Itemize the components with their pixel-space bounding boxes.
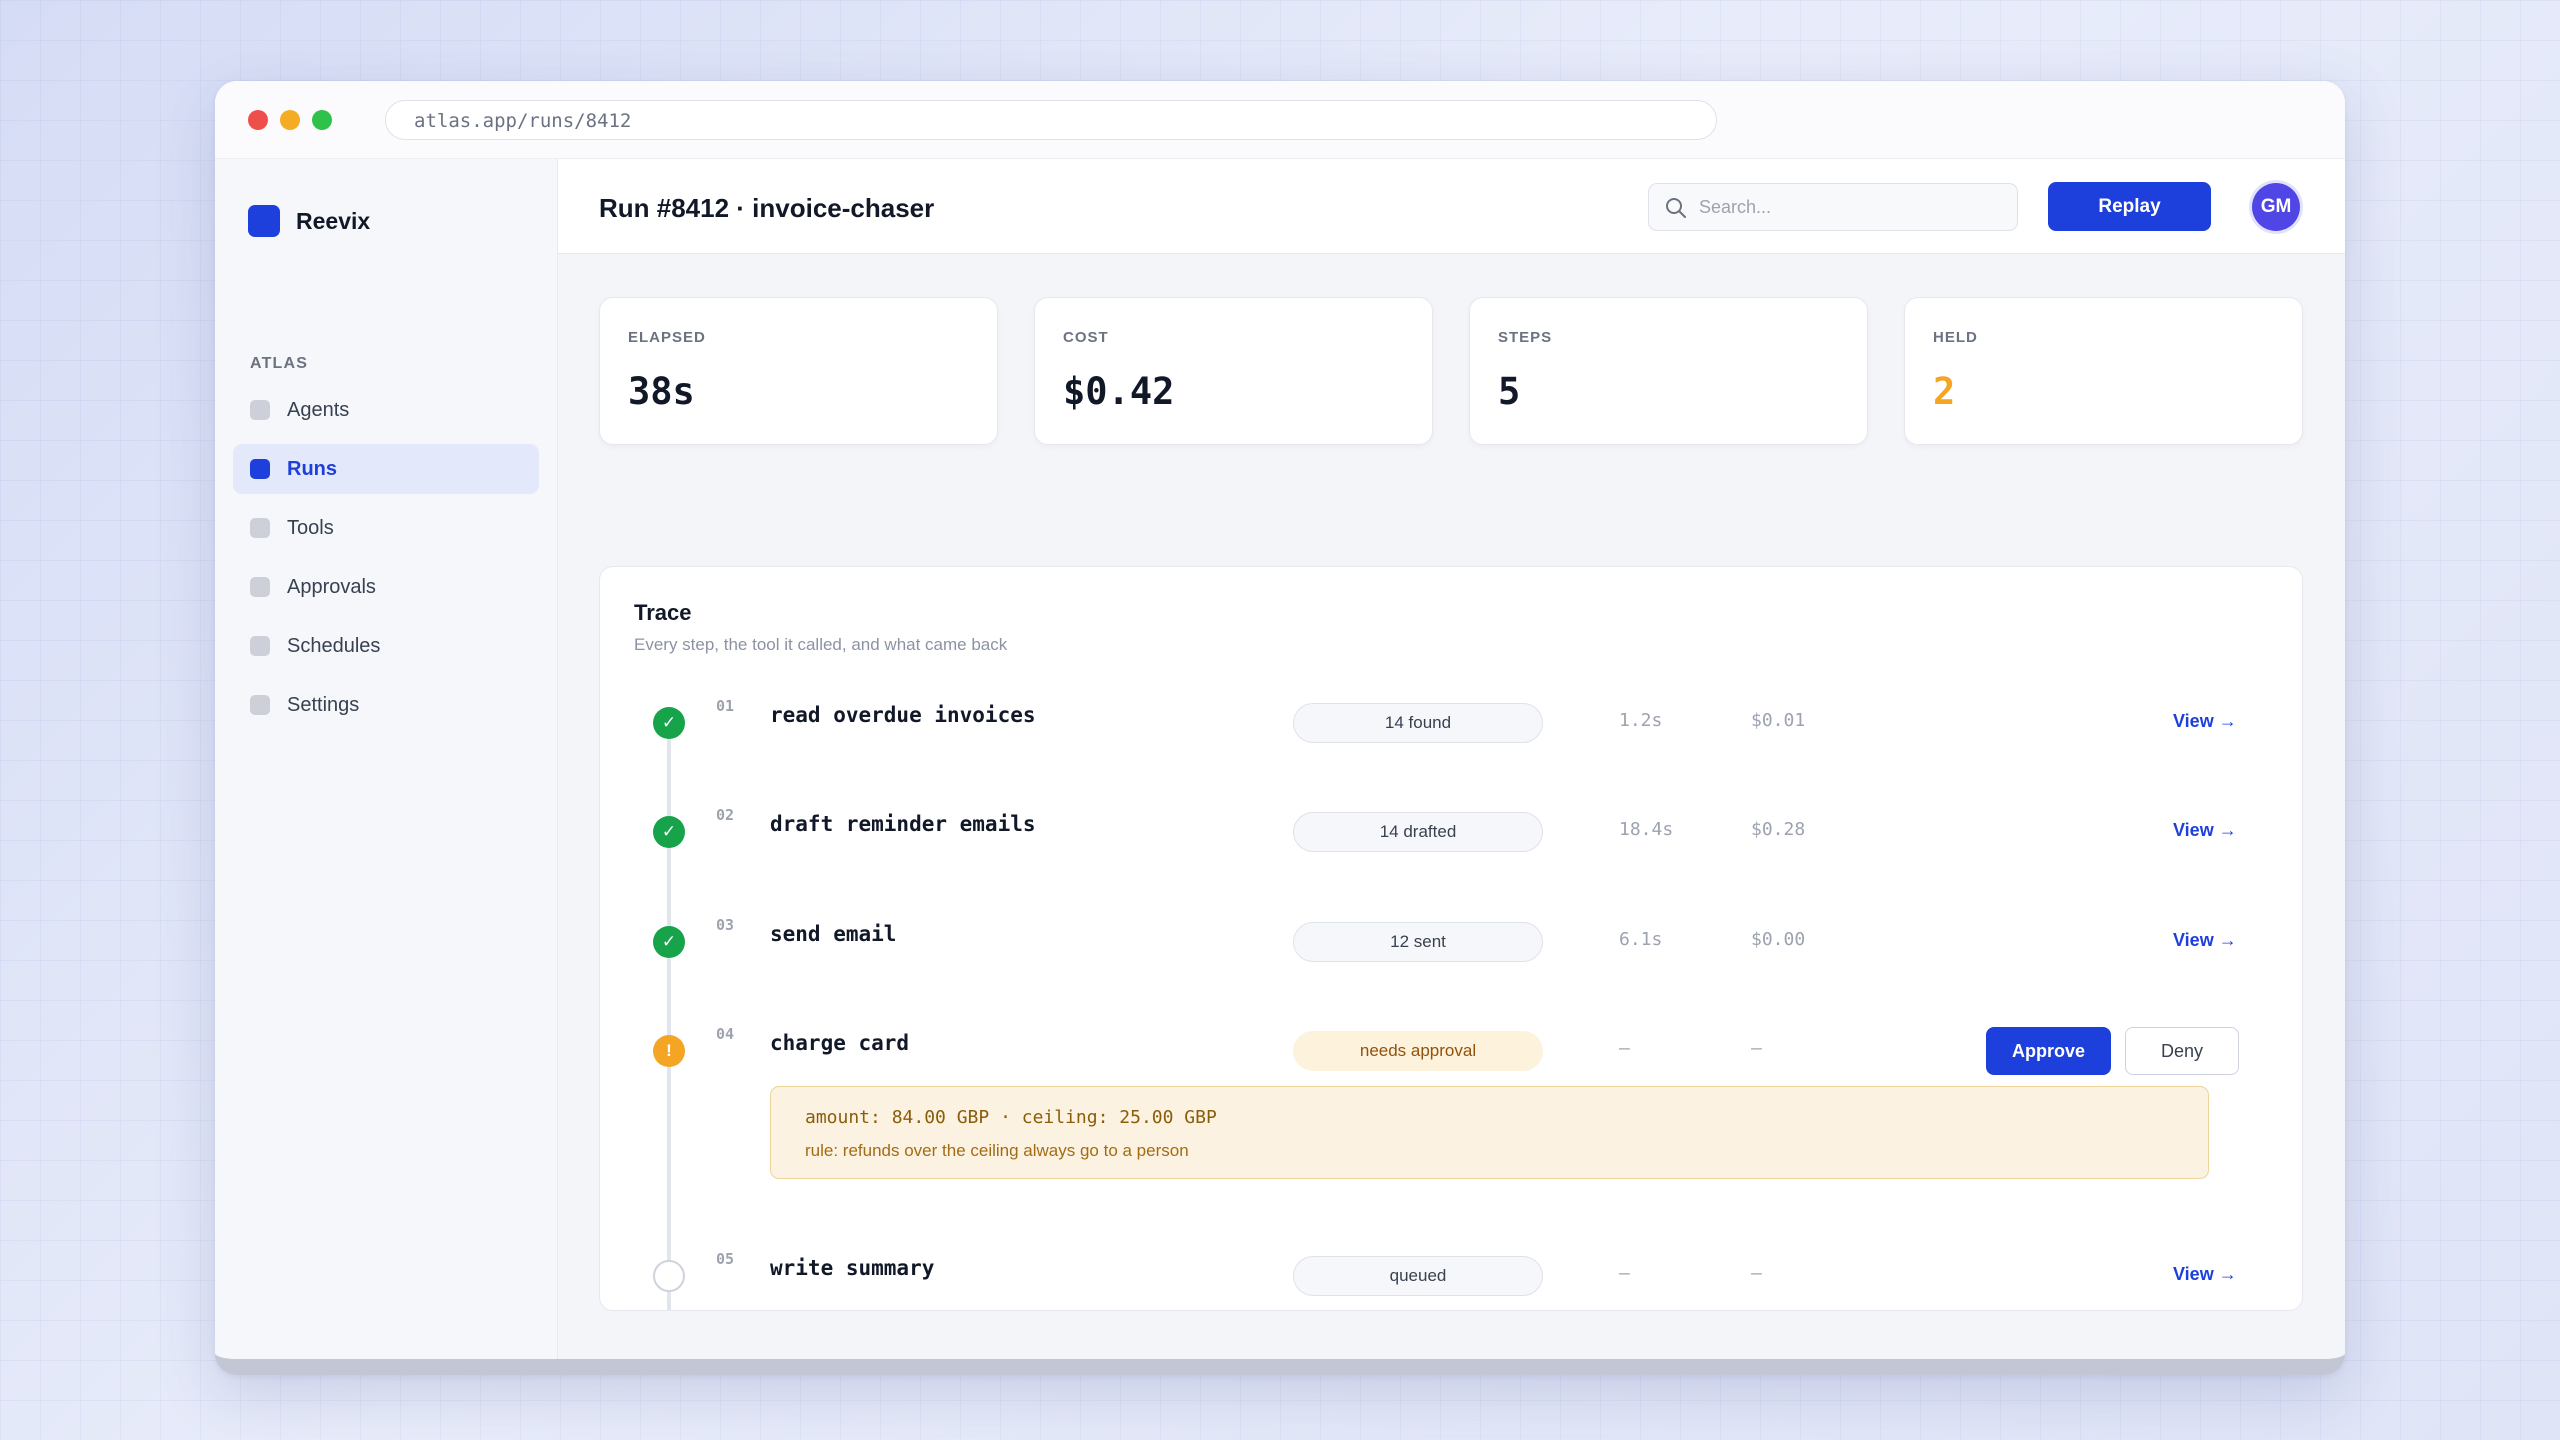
trace-step: ! 04 charge card needs approval – – Appr… (600, 1022, 2302, 1082)
view-step-link[interactable]: View → (2173, 711, 2237, 732)
step-result-badge: 12 sent (1293, 922, 1543, 962)
trace-step: ✓ 01 read overdue invoices 14 found 1.2s… (600, 694, 2302, 754)
search-input[interactable] (1699, 194, 1999, 220)
check-icon: ✓ (653, 816, 685, 848)
brand-logo-icon (248, 205, 280, 237)
trace-title: Trace (634, 600, 692, 625)
sidebar-item-label: Tools (287, 516, 334, 539)
brand[interactable]: Reevix (248, 205, 370, 237)
address-bar[interactable]: atlas.app/runs/8412 (385, 100, 1717, 140)
stat-card-cost: COST $0.42 (1034, 297, 1433, 445)
step-name: write summary (770, 1256, 935, 1280)
main-content: Run #8412 · invoice-chaser Replay GM ELA… (558, 159, 2345, 1359)
page-title: Run #8412 · invoice-chaser (599, 193, 935, 223)
stat-label: ELAPSED (628, 329, 706, 346)
step-duration: 6.1s (1619, 929, 1663, 950)
sidebar-item-runs[interactable]: Runs (233, 444, 539, 494)
view-step-link[interactable]: View → (2173, 820, 2237, 841)
step-result-badge: 14 found (1293, 703, 1543, 743)
step-cost: – (1751, 1038, 1762, 1059)
search-icon (1666, 198, 1686, 218)
step-duration: 18.4s (1619, 819, 1674, 840)
deny-button[interactable]: Deny (2125, 1027, 2239, 1075)
step-duration: – (1619, 1263, 1630, 1284)
step-number: 04 (716, 1025, 735, 1043)
step-name: send email (770, 922, 897, 946)
replay-button[interactable]: Replay (2048, 182, 2211, 231)
sidebar-item-tools[interactable]: Tools (233, 503, 539, 553)
stat-label: COST (1063, 329, 1109, 346)
stat-label: STEPS (1498, 329, 1553, 346)
tools-icon (250, 518, 270, 538)
agents-icon (250, 400, 270, 420)
view-step-link[interactable]: View → (2173, 1264, 2237, 1285)
close-window-button[interactable] (248, 110, 268, 130)
schedules-icon (250, 636, 270, 656)
app-window: atlas.app/runs/8412 Reevix ATLAS Agents … (215, 81, 2345, 1375)
step-number: 05 (716, 1250, 735, 1268)
approval-rule: rule: refunds over the ceiling always go… (805, 1141, 1189, 1160)
step-duration: 1.2s (1619, 710, 1663, 731)
sidebar-item-agents[interactable]: Agents (233, 385, 539, 435)
step-number: 02 (716, 806, 735, 824)
stat-card-held: HELD 2 (1904, 297, 2303, 445)
stat-card-elapsed: ELAPSED 38s (599, 297, 998, 445)
step-status-badge: needs approval (1293, 1031, 1543, 1071)
maximize-window-button[interactable] (312, 110, 332, 130)
stat-card-steps: STEPS 5 (1469, 297, 1868, 445)
stat-value: 38s (628, 370, 695, 413)
brand-name: Reevix (296, 207, 371, 234)
step-name: read overdue invoices (770, 703, 1036, 727)
settings-icon (250, 695, 270, 715)
sidebar: Reevix ATLAS Agents Runs Tools Approvals (215, 159, 558, 1359)
trace-step: ✓ 02 draft reminder emails 14 drafted 18… (600, 803, 2302, 863)
step-status-badge: queued (1293, 1256, 1543, 1296)
approval-amount: amount: 84.00 GBP · ceiling: 25.00 GBP (805, 1107, 1217, 1128)
step-name: charge card (770, 1031, 910, 1055)
step-result-badge: 14 drafted (1293, 812, 1543, 852)
sidebar-item-label: Schedules (287, 634, 381, 657)
step-cost: $0.28 (1751, 819, 1806, 840)
sidebar-item-settings[interactable]: Settings (233, 680, 539, 730)
stat-value: 2 (1933, 370, 1956, 413)
user-avatar[interactable]: GM (2252, 183, 2300, 231)
step-duration: – (1619, 1038, 1630, 1059)
pending-circle-icon (653, 1260, 685, 1292)
sidebar-nav: Agents Runs Tools Approvals Schedules Se… (233, 385, 539, 739)
view-step-link[interactable]: View → (2173, 930, 2237, 951)
sidebar-item-approvals[interactable]: Approvals (233, 562, 539, 612)
sidebar-item-label: Settings (287, 693, 360, 716)
step-number: 01 (716, 697, 735, 715)
search-box[interactable] (1648, 183, 2018, 231)
stat-label: HELD (1933, 329, 1978, 346)
step-cost: $0.01 (1751, 710, 1806, 731)
sidebar-item-label: Approvals (287, 575, 376, 598)
step-number: 03 (716, 916, 735, 934)
trace-panel: Trace Every step, the tool it called, an… (599, 566, 2303, 1311)
approval-details: amount: 84.00 GBP · ceiling: 25.00 GBP r… (770, 1086, 2209, 1179)
sidebar-item-schedules[interactable]: Schedules (233, 621, 539, 671)
sidebar-item-label: Agents (287, 398, 350, 421)
sidebar-item-label: Runs (287, 457, 337, 480)
browser-titlebar: atlas.app/runs/8412 (215, 81, 2345, 159)
trace-step: 05 write summary queued – – View → (600, 1247, 2302, 1307)
check-icon: ✓ (653, 926, 685, 958)
step-cost: – (1751, 1263, 1762, 1284)
minimize-window-button[interactable] (280, 110, 300, 130)
step-name: draft reminder emails (770, 812, 1036, 836)
stats-row: ELAPSED 38s COST $0.42 STEPS 5 HELD 2 (599, 297, 2303, 445)
stat-value: $0.42 (1063, 370, 1175, 413)
top-bar: Run #8412 · invoice-chaser Replay GM (558, 159, 2345, 254)
trace-subtitle: Every step, the tool it called, and what… (634, 635, 1008, 654)
check-icon: ✓ (653, 707, 685, 739)
approve-button[interactable]: Approve (1986, 1027, 2111, 1075)
approvals-icon (250, 577, 270, 597)
warning-icon: ! (653, 1035, 685, 1067)
step-cost: $0.00 (1751, 929, 1806, 950)
runs-icon (250, 459, 270, 479)
sidebar-section-label: ATLAS (250, 355, 309, 372)
stat-value: 5 (1498, 370, 1521, 413)
trace-step: ✓ 03 send email 12 sent 6.1s $0.00 View … (600, 913, 2302, 973)
